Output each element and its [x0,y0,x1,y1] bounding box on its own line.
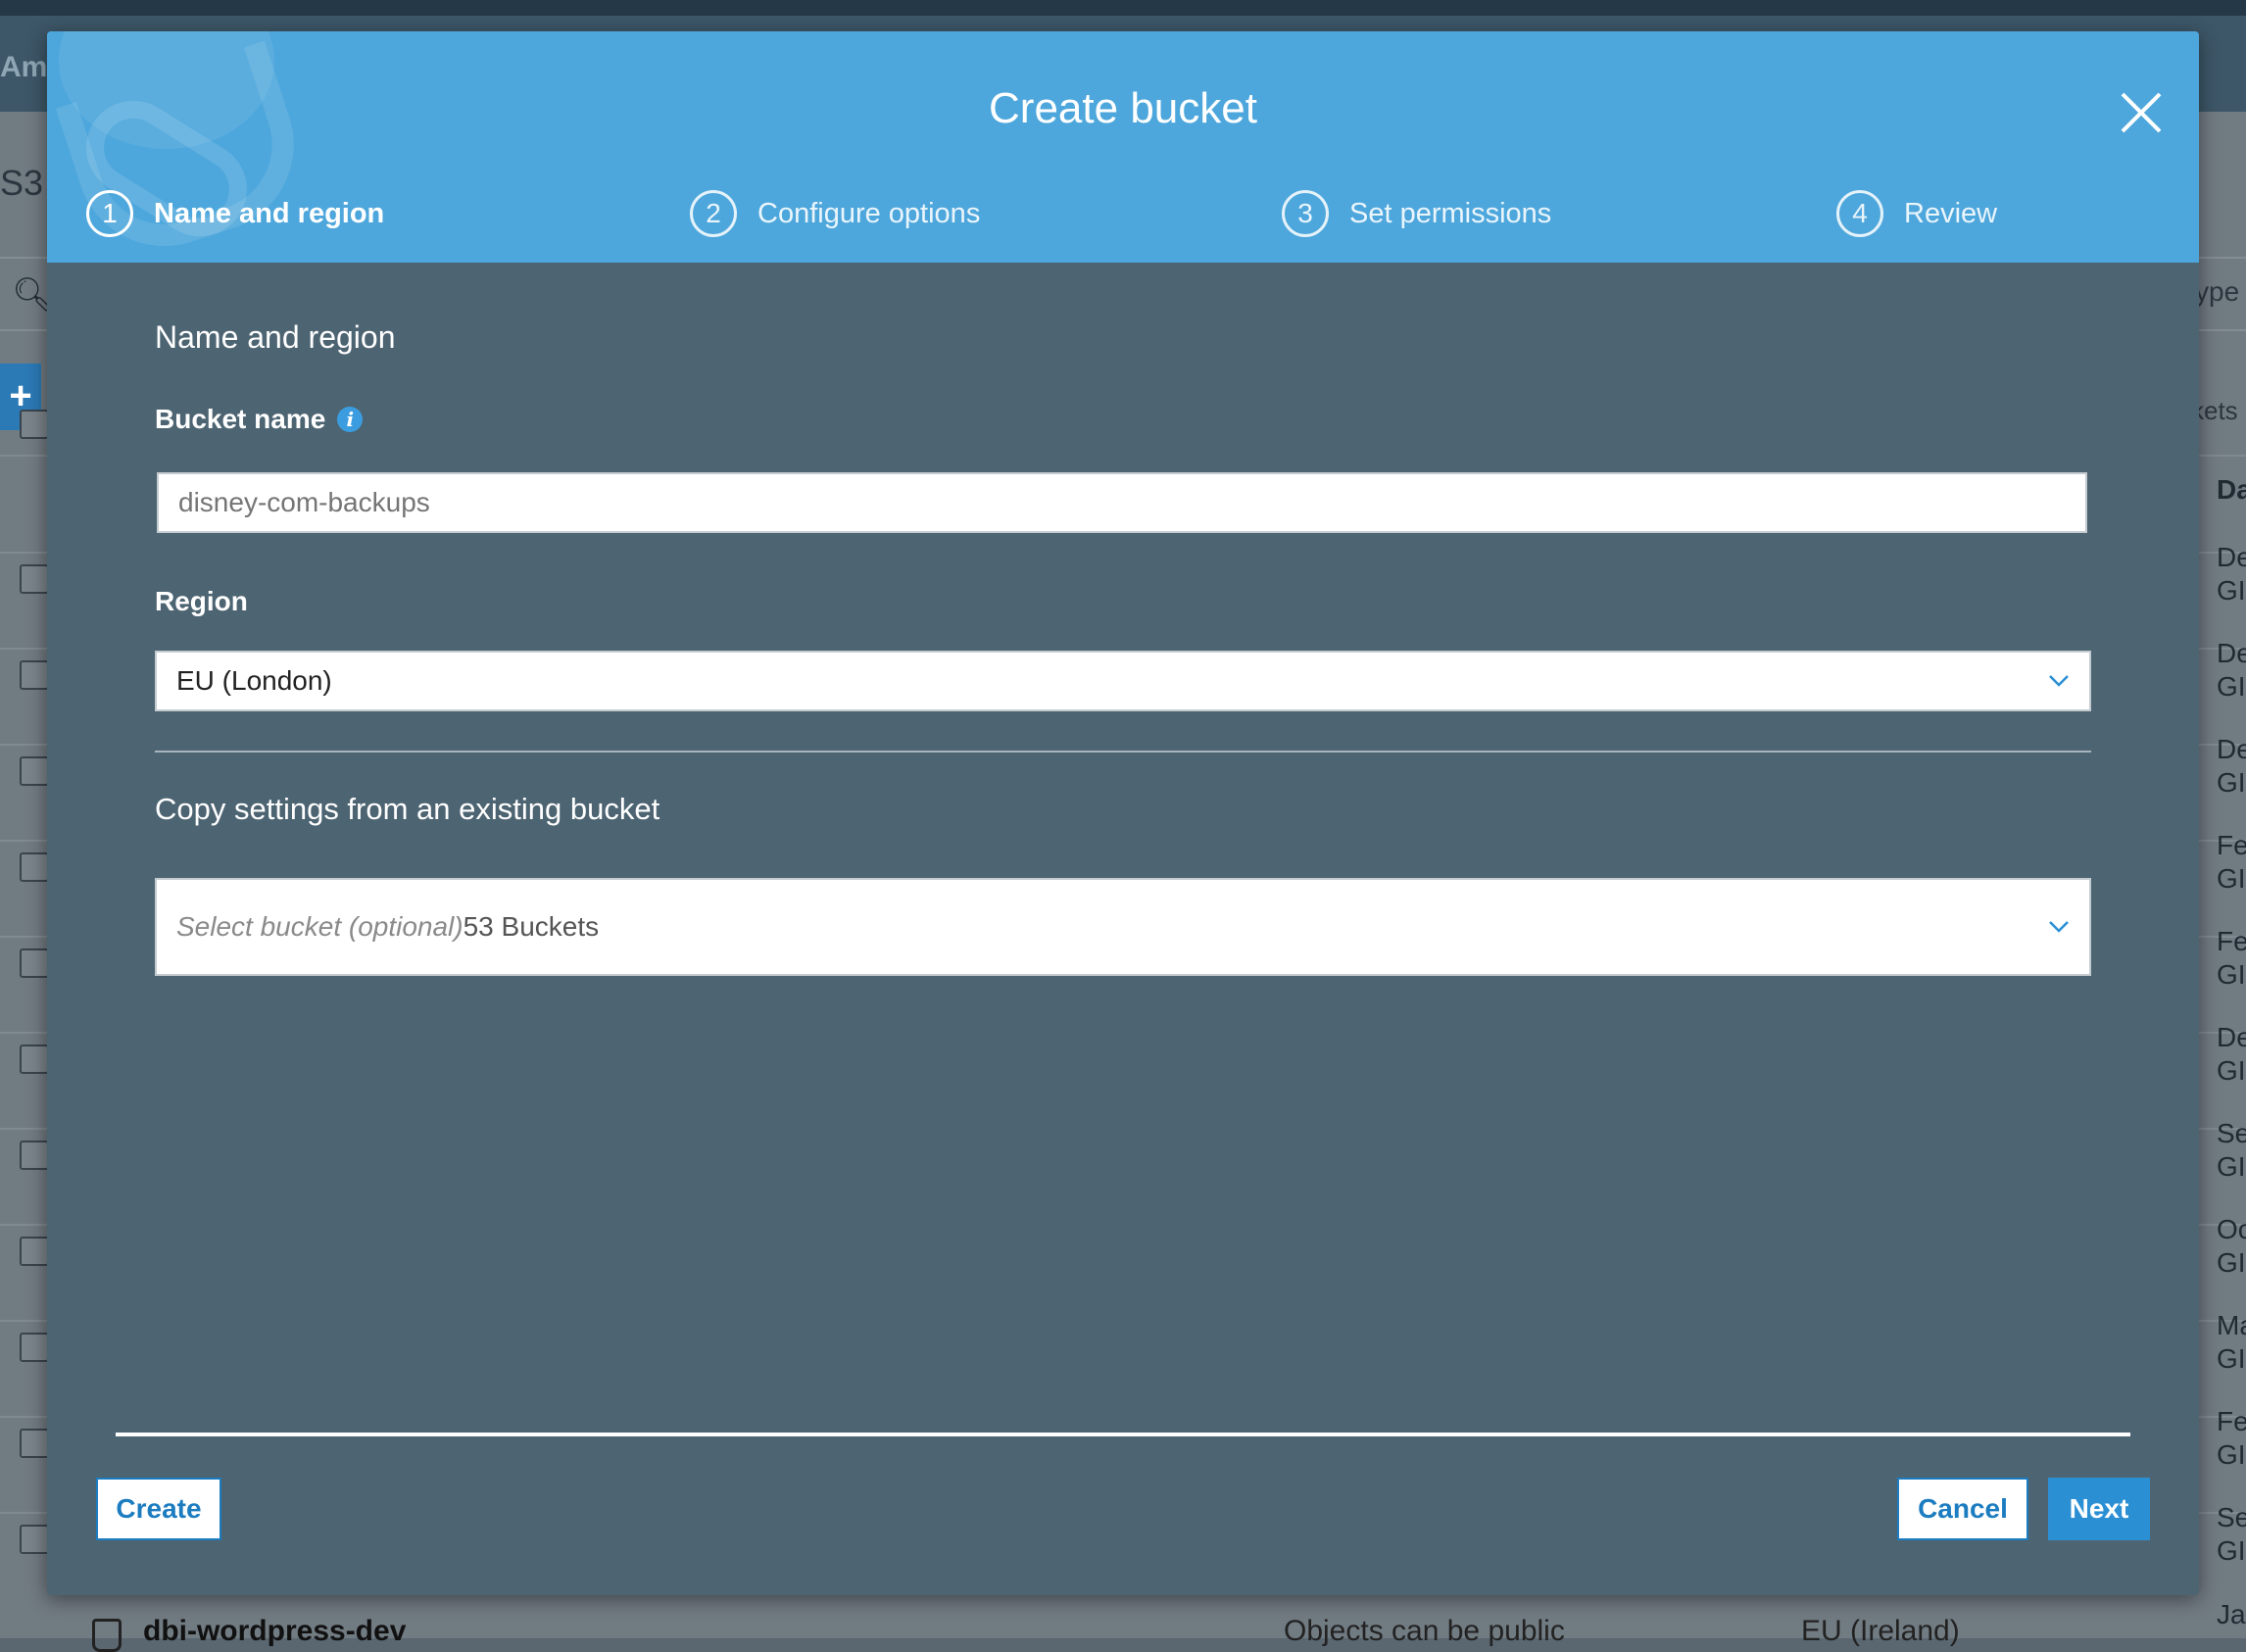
bucket-access-text: Objects can be public [1284,1615,1565,1647]
next-button[interactable]: Next [2048,1478,2150,1540]
bucket-date-text: Ja [2217,1599,2246,1629]
row-date-text: Se GI [2217,1502,2246,1566]
bucket-name-label: Bucket name i [155,404,364,435]
step-label: Review [1904,197,1998,229]
modal-header: Create bucket 1 Name and region 2 Config… [47,31,2199,263]
region-select[interactable]: EU (London) [155,651,2091,711]
bucket-name-input[interactable] [157,472,2087,533]
step-label: Name and region [154,197,385,229]
step-number-circle: 4 [1836,190,1883,237]
region-selected-value: EU (London) [176,665,332,696]
step-set-permissions[interactable]: 3 Set permissions [1282,186,1551,241]
step-number-circle: 2 [690,190,737,237]
cancel-button[interactable]: Cancel [1897,1478,2028,1540]
step-number-circle: 3 [1282,190,1329,237]
modal-title: Create bucket [989,84,1257,132]
copy-settings-title: Copy settings from an existing bucket [155,792,660,826]
create-bucket-modal: Create bucket 1 Name and region 2 Config… [47,31,2199,1595]
copy-bucket-placeholder: Select bucket (optional) [176,911,464,942]
create-button[interactable]: Create [96,1478,221,1540]
close-icon[interactable] [2117,88,2166,137]
section-divider [155,751,2091,753]
bucket-icon [92,1619,122,1652]
step-label: Configure options [757,197,981,229]
chevron-down-icon [2049,921,2069,933]
row-checkbox[interactable] [20,1525,49,1554]
bucket-count: 53 Buckets [463,911,600,942]
step-name-and-region[interactable]: 1 Name and region [86,186,384,241]
bucket-name-label-text: Bucket name [155,404,326,434]
chevron-down-icon [2049,675,2069,687]
step-review[interactable]: 4 Review [1836,186,1997,241]
copy-bucket-select[interactable]: Select bucket (optional) 53 Buckets [155,878,2091,976]
info-icon[interactable]: i [337,407,364,432]
step-label: Set permissions [1349,197,1552,229]
section-title: Name and region [155,319,396,355]
bucket-name-link[interactable]: dbi-wordpress-dev [143,1615,406,1648]
region-label: Region [155,586,248,616]
bucket-region-text: EU (Ireland) [1801,1615,1960,1647]
step-configure-options[interactable]: 2 Configure options [690,186,980,241]
select-all-checkbox[interactable] [20,410,49,439]
footer-divider [116,1433,2130,1436]
step-number-circle: 1 [86,190,133,237]
